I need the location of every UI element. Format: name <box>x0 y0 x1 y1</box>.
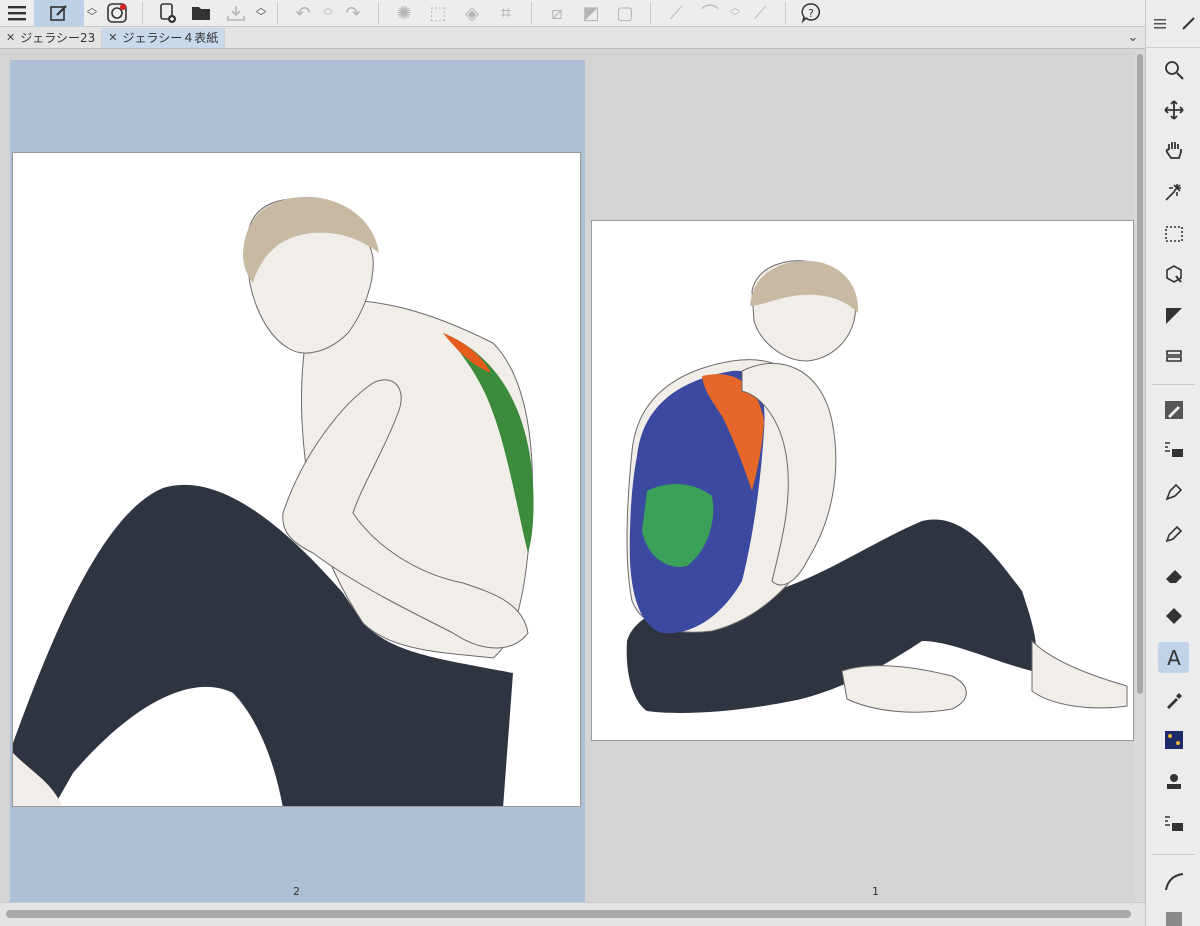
document-tab-bar: ✕ ジェラシー23 ✕ ジェラシー４表紙 ⌄ <box>0 27 1145 49</box>
redo-icon[interactable]: ↷ <box>336 0 370 27</box>
tab-label: ジェラシー23 <box>20 31 96 45</box>
object-icon[interactable] <box>1158 258 1189 289</box>
tool-divider <box>1152 384 1195 385</box>
loading-icon[interactable]: ✺ <box>387 0 421 27</box>
toolbar-divider <box>142 2 143 24</box>
close-icon[interactable]: ✕ <box>108 31 117 44</box>
eyedropper-icon[interactable] <box>1158 684 1189 715</box>
toolbar-divider <box>531 2 532 24</box>
page-number-left: 2 <box>293 885 300 898</box>
scroll-thumb[interactable] <box>6 910 1131 918</box>
tab-document-2[interactable]: ✕ ジェラシー４表紙 <box>102 27 226 48</box>
pen-line-icon[interactable]: ⟋ <box>659 0 693 27</box>
new-file-icon[interactable] <box>151 0 185 27</box>
invert-icon[interactable]: ◩ <box>574 0 608 27</box>
illustration-left <box>13 196 534 806</box>
scroll-thumb[interactable] <box>1137 54 1143 694</box>
hand-icon[interactable] <box>1158 134 1189 165</box>
pen-icon[interactable] <box>1180 14 1198 32</box>
tab-label: ジェラシー４表紙 <box>122 31 219 45</box>
selection-icon[interactable] <box>1158 218 1189 249</box>
nib-icon[interactable] <box>1158 476 1189 507</box>
toolbar-divider <box>785 2 786 24</box>
stamp-icon[interactable] <box>1158 434 1189 465</box>
page-left[interactable] <box>12 152 581 807</box>
canvas-area[interactable]: 2 1 <box>0 50 1135 902</box>
clear-selection-icon[interactable]: ⧄ <box>540 0 574 27</box>
edit-icon[interactable] <box>34 0 84 27</box>
tab-document-1[interactable]: ✕ ジェラシー23 <box>0 27 103 48</box>
svg-text:A: A <box>1167 647 1181 669</box>
page-right[interactable] <box>591 220 1134 741</box>
pen-icon[interactable] <box>1158 394 1189 425</box>
erase-icon[interactable]: ⟋ <box>743 0 777 27</box>
zoom-icon[interactable] <box>1158 54 1189 85</box>
chevron-updown-icon[interactable]: ︿ ﹀ <box>320 0 336 27</box>
select-all-icon[interactable]: ▢ <box>608 0 642 27</box>
horizontal-scrollbar[interactable] <box>0 902 1145 926</box>
marker-icon[interactable] <box>1158 518 1189 549</box>
transform-icon[interactable]: ⬚ <box>421 0 455 27</box>
menu-icon[interactable] <box>1154 18 1168 30</box>
ruler-icon[interactable] <box>1158 300 1189 331</box>
tool-panel-header <box>1146 0 1200 48</box>
curve-icon[interactable] <box>1158 866 1189 897</box>
toolbar-divider <box>277 2 278 24</box>
fill-bucket-icon[interactable] <box>1158 600 1189 631</box>
chevron-updown-icon[interactable]: ︿ ﹀ <box>84 0 100 27</box>
page-number-right: 1 <box>872 885 879 898</box>
layer-move-icon[interactable] <box>1158 340 1189 371</box>
save-icon[interactable] <box>219 0 253 27</box>
help-icon[interactable]: ? <box>794 0 828 27</box>
main-toolbar: ︿﹀ ︿﹀ ↶ ︿﹀ ↷ ✺ ⬚ ◈ ⌗ ⧄ ◩ ▢ ⟋ ⌒ ︿﹀ ⟋ <box>0 0 1145 27</box>
spray-icon[interactable] <box>1158 808 1189 839</box>
stamp2-icon[interactable] <box>1158 766 1189 797</box>
toolbar-divider <box>650 2 651 24</box>
texture-icon[interactable] <box>1158 724 1189 755</box>
menu-icon[interactable] <box>0 0 34 27</box>
vertical-scrollbar[interactable] <box>1135 50 1145 902</box>
toolbar-divider <box>378 2 379 24</box>
tool-divider <box>1152 854 1195 855</box>
eraser-icon[interactable] <box>1158 560 1189 591</box>
close-icon[interactable]: ✕ <box>6 31 15 44</box>
clip-studio-window: ︿﹀ ︿﹀ ↶ ︿﹀ ↷ ✺ ⬚ ◈ ⌗ ⧄ ◩ ▢ ⟋ ⌒ ︿﹀ ⟋ <box>0 0 1200 926</box>
fill-icon[interactable]: ◈ <box>455 0 489 27</box>
crop-icon[interactable]: ⌗ <box>489 0 523 27</box>
app-icon[interactable] <box>100 0 134 27</box>
undo-icon[interactable]: ↶ <box>286 0 320 27</box>
brush-icon[interactable]: ⌒ <box>693 0 727 27</box>
magic-wand-icon[interactable] <box>1158 176 1189 207</box>
svg-text:?: ? <box>808 7 814 20</box>
illustration-right <box>626 260 1128 713</box>
chevron-updown-icon[interactable]: ︿ ﹀ <box>253 0 269 27</box>
chevron-updown-icon[interactable]: ︿ ﹀ <box>727 0 743 27</box>
chevron-down-icon[interactable]: ⌄ <box>1121 30 1145 45</box>
gradient-icon[interactable] <box>1158 904 1189 926</box>
open-folder-icon[interactable] <box>185 0 219 27</box>
tool-panel: A <box>1145 0 1200 926</box>
move-icon[interactable] <box>1158 94 1189 125</box>
text-icon[interactable]: A <box>1158 642 1189 673</box>
